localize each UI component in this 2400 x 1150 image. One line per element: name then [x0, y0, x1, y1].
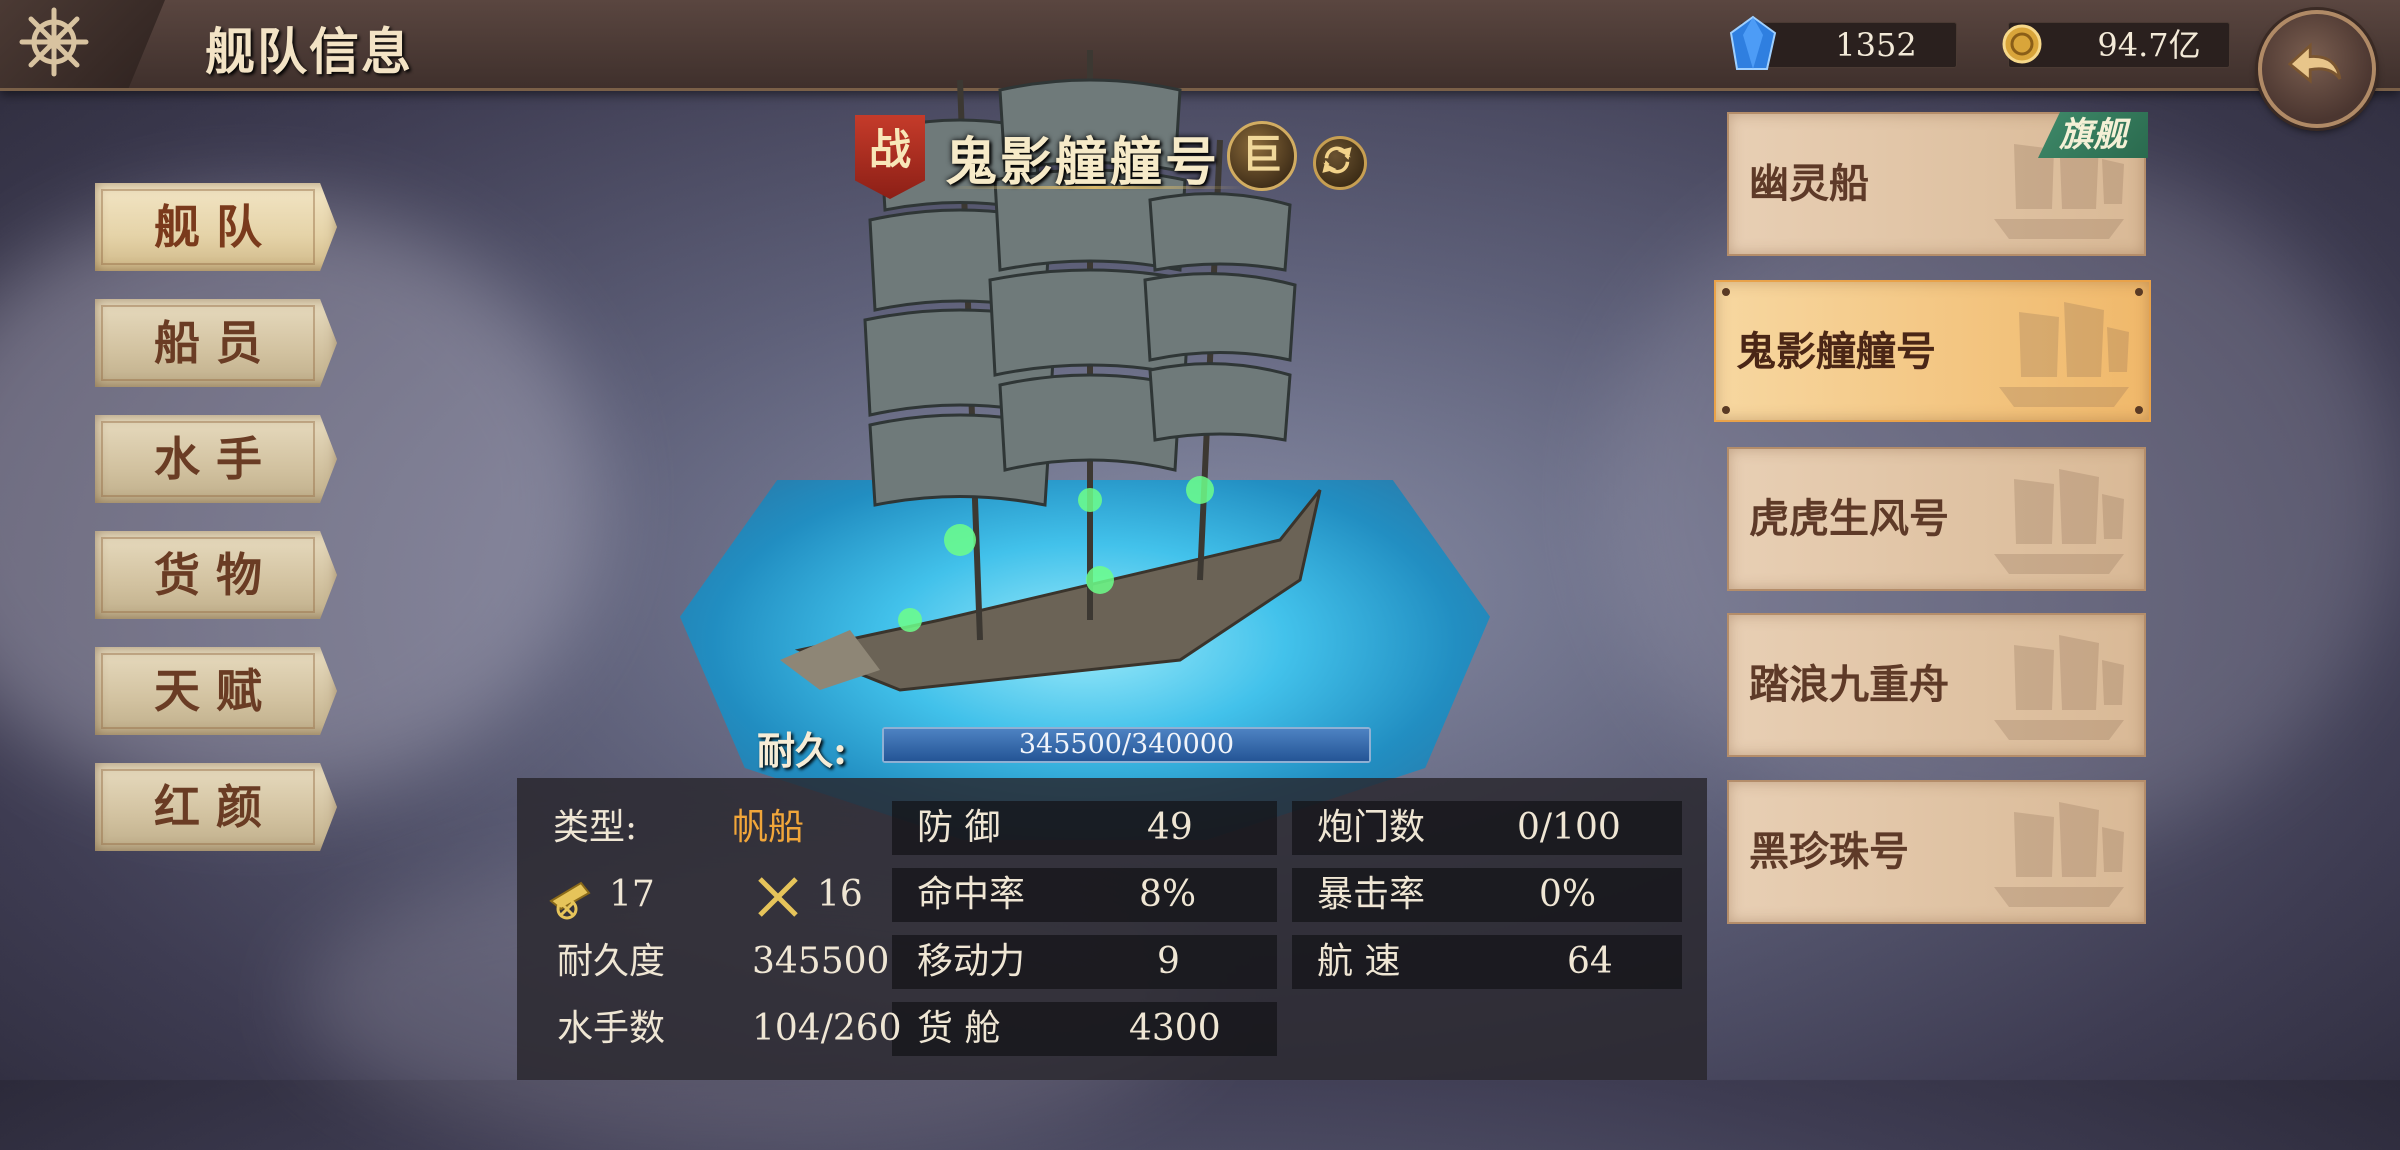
- speed-value: 64: [1567, 941, 1613, 982]
- ship-silhouette-icon: [1984, 625, 2134, 745]
- ship-list-item-1[interactable]: 鬼影艟艟号: [1714, 280, 2151, 422]
- ship-wheel-icon: [19, 7, 89, 77]
- speed-label: 航 速: [1317, 941, 1401, 982]
- back-button[interactable]: [2258, 10, 2376, 128]
- durability-label: 耐久:: [757, 728, 848, 773]
- corner-rivet: [2135, 288, 2143, 296]
- ship-silhouette-icon: [1984, 459, 2134, 579]
- menu-item-4[interactable]: 天赋: [95, 647, 337, 735]
- menu-item-1[interactable]: 船员: [95, 299, 337, 387]
- switch-ship-icon[interactable]: [1313, 136, 1367, 190]
- gold-coin-icon: [2002, 24, 2042, 64]
- gold-counter: 94.7亿: [2002, 22, 2230, 68]
- menu-item-0[interactable]: 舰队: [95, 183, 337, 271]
- move-label: 移动力: [917, 941, 1026, 982]
- corner-rivet: [1722, 288, 1730, 296]
- hit-value: 8%: [1139, 874, 1197, 915]
- sailors-value: 104/260: [752, 1008, 902, 1049]
- menu-item-3[interactable]: 货物: [95, 531, 337, 619]
- gem-counter: 1352: [1729, 15, 1957, 70]
- sailors-label: 水手数: [557, 1008, 666, 1049]
- ship-list-label: 踏浪九重舟: [1749, 661, 1949, 708]
- gem-icon: [1729, 15, 1777, 70]
- durability-bar: 345500/340000: [882, 727, 1371, 763]
- move-value: 9: [1157, 941, 1180, 982]
- ship-list-label: 虎虎生风号: [1749, 495, 1949, 542]
- refresh-arrows-icon: [1322, 146, 1352, 174]
- ship-silhouette-icon: [1984, 792, 2134, 912]
- crit-label: 暴击率: [1317, 874, 1426, 915]
- ship-list-item-0[interactable]: 幽灵船 旗舰: [1727, 112, 2148, 256]
- gun-ports-label: 炮门数: [1317, 807, 1426, 848]
- ship-name: 鬼影艟艟号: [945, 132, 1221, 193]
- hit-label: 命中率: [917, 874, 1026, 915]
- gun-ports-value: 0/100: [1517, 807, 1621, 848]
- durability-text: 345500/340000: [1018, 729, 1235, 760]
- menu-item-2[interactable]: 水手: [95, 415, 337, 503]
- stats-panel: 类型: 帆船 17 16 耐久度 345500 水手数 104/260 防 御 …: [517, 778, 1707, 1080]
- defense-value: 49: [1147, 807, 1193, 848]
- cannon-icon: [549, 881, 591, 920]
- type-value: 帆船: [732, 807, 805, 848]
- durability-stat-label: 耐久度: [557, 941, 666, 982]
- ship-silhouette-icon: [1989, 292, 2139, 412]
- crit-value: 0%: [1539, 874, 1597, 915]
- ship-list-item-4[interactable]: 黑珍珠号: [1727, 780, 2146, 924]
- ship-list-label: 黑珍珠号: [1749, 828, 1909, 875]
- page-title: 舰队信息: [205, 22, 413, 81]
- cargo-value: 4300: [1129, 1008, 1221, 1049]
- cannon-value: 17: [609, 874, 655, 915]
- cargo-label: 货 舱: [917, 1008, 1001, 1049]
- gem-value: 1352: [1835, 26, 1917, 64]
- ship-list-item-2[interactable]: 虎虎生风号: [1727, 447, 2146, 591]
- melee-value: 16: [817, 874, 863, 915]
- ship-list-item-3[interactable]: 踏浪九重舟: [1727, 613, 2146, 757]
- type-label: 类型:: [553, 807, 638, 848]
- gold-value: 94.7亿: [2097, 26, 2201, 64]
- corner-rivet: [2135, 406, 2143, 414]
- crossed-swords-icon: [758, 877, 798, 917]
- size-badge: 巨: [1227, 121, 1297, 191]
- ship-list-label: 幽灵船: [1749, 160, 1869, 207]
- ship-name-underline: [945, 186, 1245, 189]
- durability-stat-value: 345500: [752, 941, 890, 982]
- menu-item-5[interactable]: 红颜: [95, 763, 337, 851]
- corner-rivet: [1722, 406, 1730, 414]
- flagship-tag: 旗舰: [2038, 112, 2148, 158]
- back-arrow-icon: [2287, 42, 2342, 84]
- ship-list-label: 鬼影艟艟号: [1736, 328, 1936, 375]
- defense-label: 防 御: [917, 807, 1001, 848]
